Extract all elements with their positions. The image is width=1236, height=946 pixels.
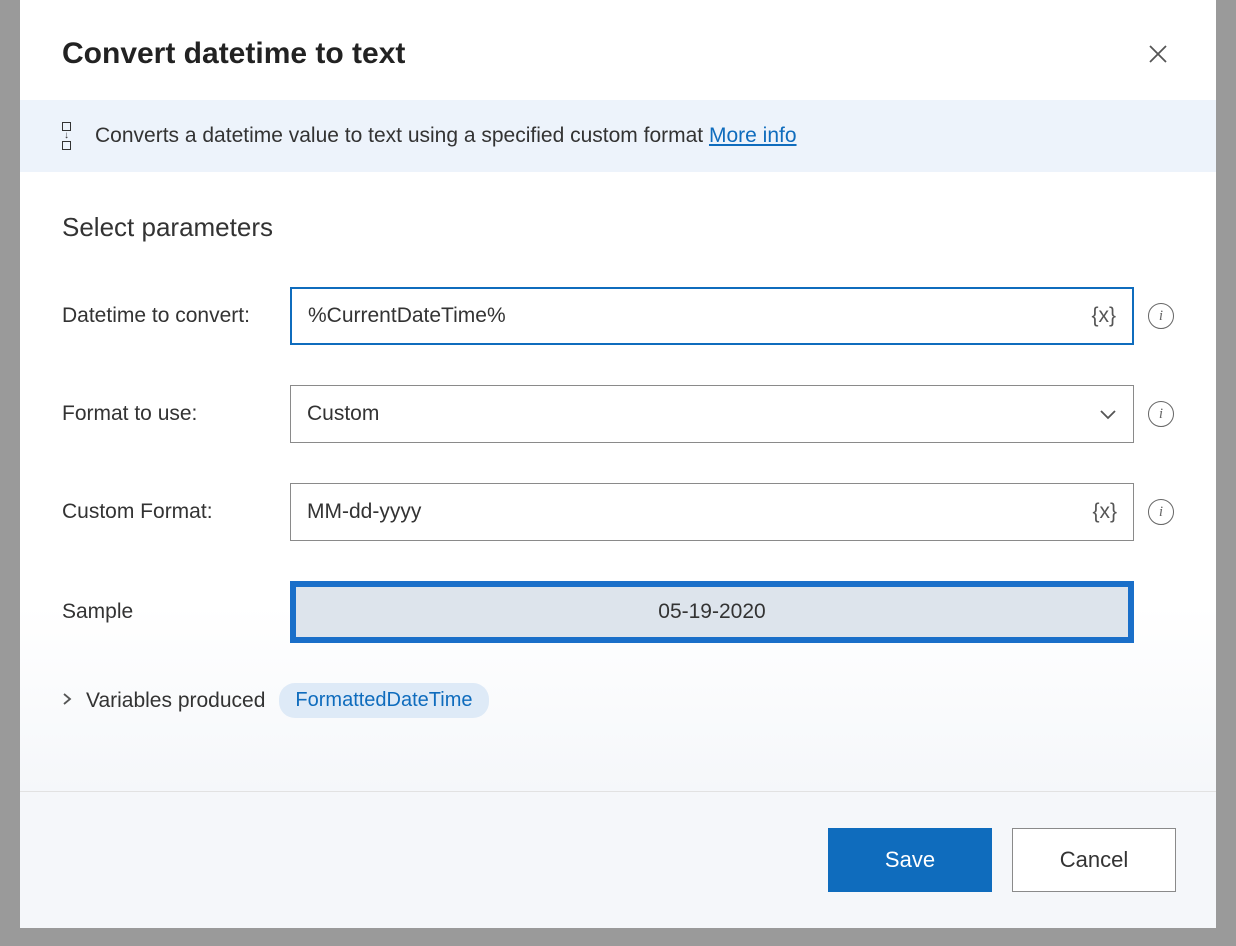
more-info-link[interactable]: More info bbox=[709, 124, 797, 147]
save-button[interactable]: Save bbox=[828, 828, 992, 892]
convert-datetime-dialog: Convert datetime to text ↓ Converts a da… bbox=[20, 0, 1216, 928]
datetime-input[interactable]: %CurrentDateTime% {x} bbox=[290, 287, 1134, 345]
action-icon: ↓ bbox=[62, 122, 71, 150]
datetime-input-value: %CurrentDateTime% bbox=[308, 304, 506, 328]
label-custom-format: Custom Format: bbox=[62, 500, 290, 524]
chevron-right-icon bbox=[62, 690, 72, 711]
info-icon[interactable]: i bbox=[1148, 401, 1174, 427]
row-datetime: Datetime to convert: %CurrentDateTime% {… bbox=[62, 287, 1174, 345]
variables-produced-label: Variables produced bbox=[86, 689, 265, 713]
row-format: Format to use: Custom i bbox=[62, 385, 1174, 443]
info-icon[interactable]: i bbox=[1148, 303, 1174, 329]
row-sample: Sample 05-19-2020 bbox=[62, 581, 1174, 643]
format-select-value: Custom bbox=[307, 402, 379, 426]
label-sample: Sample bbox=[62, 600, 290, 624]
label-datetime: Datetime to convert: bbox=[62, 304, 290, 328]
close-button[interactable] bbox=[1140, 36, 1176, 72]
cancel-button[interactable]: Cancel bbox=[1012, 828, 1176, 892]
variable-picker-icon[interactable]: {x} bbox=[1091, 304, 1116, 328]
row-custom-format: Custom Format: MM-dd-yyyy {x} i bbox=[62, 483, 1174, 541]
section-title: Select parameters bbox=[62, 212, 1174, 243]
label-format: Format to use: bbox=[62, 402, 290, 426]
close-icon bbox=[1148, 44, 1168, 64]
dialog-footer: Save Cancel bbox=[20, 791, 1216, 928]
dialog-body: Select parameters Datetime to convert: %… bbox=[20, 172, 1216, 791]
custom-format-input[interactable]: MM-dd-yyyy {x} bbox=[290, 483, 1134, 541]
dialog-title: Convert datetime to text bbox=[62, 37, 405, 71]
info-bar: ↓ Converts a datetime value to text usin… bbox=[20, 100, 1216, 172]
dialog-description: Converts a datetime value to text using … bbox=[95, 124, 797, 148]
variable-output-pill[interactable]: FormattedDateTime bbox=[279, 683, 488, 718]
variables-produced-row[interactable]: Variables produced FormattedDateTime bbox=[62, 683, 1174, 718]
format-select[interactable]: Custom bbox=[290, 385, 1134, 443]
chevron-down-icon bbox=[1099, 404, 1117, 425]
custom-format-value: MM-dd-yyyy bbox=[307, 500, 421, 524]
sample-value: 05-19-2020 bbox=[658, 600, 765, 624]
sample-output: 05-19-2020 bbox=[290, 581, 1134, 643]
info-icon[interactable]: i bbox=[1148, 499, 1174, 525]
dialog-header: Convert datetime to text bbox=[20, 0, 1216, 100]
variable-picker-icon[interactable]: {x} bbox=[1092, 500, 1117, 524]
